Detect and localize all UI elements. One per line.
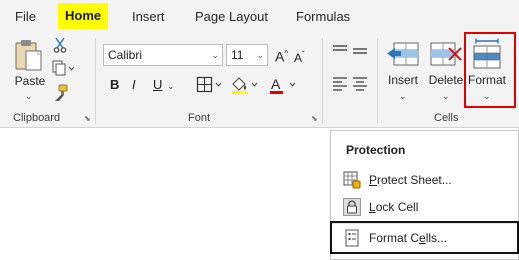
insert-cells-chevron-down-icon[interactable]: ⌄ bbox=[399, 92, 407, 101]
borders-icon bbox=[196, 76, 222, 93]
delete-cells-label: Delete bbox=[428, 73, 464, 87]
shrink-font-button[interactable]: Aˇ bbox=[294, 47, 305, 66]
format-button-annotation-box bbox=[464, 32, 516, 108]
lock-cell-accelerator: L bbox=[369, 200, 376, 214]
tab-file[interactable]: File bbox=[15, 9, 36, 25]
italic-button[interactable]: I bbox=[132, 77, 136, 93]
top-align-button[interactable] bbox=[332, 44, 348, 63]
align-center-icon bbox=[353, 77, 367, 91]
align-left-button[interactable] bbox=[332, 77, 348, 96]
underline-chevron-down-icon[interactable]: ⌄ bbox=[167, 82, 175, 91]
font-size-combo[interactable]: 11 ⌄ bbox=[226, 44, 268, 66]
fill-color-button[interactable] bbox=[230, 76, 260, 99]
align-middle-lines-icon bbox=[353, 48, 367, 54]
lock-cell-label: Lock Cell bbox=[369, 200, 418, 214]
cells-group-label: Cells bbox=[434, 112, 459, 124]
grow-font-button[interactable]: A^ bbox=[275, 46, 288, 65]
menu-item-protect-sheet[interactable]: Protect Sheet... bbox=[339, 167, 517, 193]
clipboard-group-label: Clipboard bbox=[13, 112, 61, 124]
font-color-button[interactable]: A bbox=[268, 76, 302, 99]
svg-text:A: A bbox=[271, 76, 281, 92]
protect-sheet-text: rotect Sheet... bbox=[377, 173, 452, 187]
paintbrush-icon bbox=[55, 84, 68, 101]
tab-formulas[interactable]: Formulas bbox=[296, 9, 350, 25]
ribbon-home: Paste ⌄ Clipboard ⬊ Calibri ⌄ 11 ⌄ A^ Aˇ… bbox=[0, 32, 519, 128]
middle-align-button[interactable] bbox=[352, 44, 368, 63]
copy-icon bbox=[52, 60, 75, 76]
borders-button[interactable] bbox=[196, 76, 224, 99]
font-size-chevron-down-icon[interactable]: ⌄ bbox=[256, 45, 264, 65]
group-divider bbox=[377, 38, 378, 124]
align-top-lines-icon bbox=[333, 45, 347, 51]
fill-color-icon bbox=[232, 77, 258, 94]
font-color-icon: A bbox=[270, 76, 296, 94]
ribbon-tab-bar: File Home Insert Page Layout Formulas bbox=[0, 0, 519, 32]
scissors-icon bbox=[53, 37, 67, 53]
menu-item-lock-cell[interactable]: Lock Cell bbox=[339, 194, 517, 220]
paste-button[interactable] bbox=[13, 38, 47, 74]
cut-button[interactable] bbox=[53, 37, 67, 58]
font-name-chevron-down-icon[interactable]: ⌄ bbox=[211, 45, 219, 65]
align-center-button[interactable] bbox=[352, 77, 368, 96]
format-painter-button[interactable] bbox=[53, 84, 69, 107]
delete-cells-chevron-down-icon[interactable]: ⌄ bbox=[442, 92, 450, 101]
format-cells-annotation-box bbox=[330, 221, 519, 254]
align-left-icon bbox=[333, 77, 347, 91]
insert-cells-icon bbox=[387, 42, 419, 66]
shrink-font-caret-icon: ˇ bbox=[302, 50, 305, 59]
font-size-value: 11 bbox=[231, 48, 244, 62]
copy-button[interactable] bbox=[52, 60, 75, 81]
font-dialog-launcher-icon[interactable]: ⬊ bbox=[311, 114, 318, 123]
font-group-label: Font bbox=[188, 112, 211, 124]
delete-cells-button[interactable] bbox=[429, 40, 463, 75]
font-name-value: Calibri bbox=[108, 48, 143, 62]
underline-button[interactable]: U bbox=[153, 77, 162, 93]
protect-sheet-accelerator: P bbox=[369, 173, 378, 187]
delete-cells-icon bbox=[430, 42, 462, 66]
tab-home[interactable]: Home bbox=[58, 3, 109, 29]
insert-cells-label: Insert bbox=[387, 73, 418, 87]
bold-button[interactable]: B bbox=[110, 77, 119, 93]
shrink-font-label: A bbox=[294, 51, 303, 65]
tab-insert[interactable]: Insert bbox=[132, 9, 165, 25]
paste-chevron-down-icon[interactable]: ⌄ bbox=[25, 92, 33, 101]
group-divider bbox=[95, 38, 96, 124]
clipboard-dialog-launcher-icon[interactable]: ⬊ bbox=[84, 114, 91, 123]
grow-font-label: A bbox=[275, 48, 285, 65]
tab-page-layout[interactable]: Page Layout bbox=[195, 9, 268, 25]
paste-label: Paste bbox=[14, 74, 46, 88]
lock-cell-text: ock Cell bbox=[375, 200, 419, 214]
protect-sheet-label: Protect Sheet... bbox=[369, 173, 452, 187]
protection-section-title: Protection bbox=[346, 143, 406, 157]
grow-font-caret-icon: ^ bbox=[284, 49, 289, 58]
group-divider bbox=[322, 38, 323, 124]
clipboard-paste-icon bbox=[15, 40, 42, 71]
protect-sheet-icon bbox=[343, 171, 361, 189]
font-name-combo[interactable]: Calibri ⌄ bbox=[103, 44, 223, 66]
lock-icon bbox=[343, 198, 361, 216]
insert-cells-button[interactable] bbox=[386, 40, 420, 75]
